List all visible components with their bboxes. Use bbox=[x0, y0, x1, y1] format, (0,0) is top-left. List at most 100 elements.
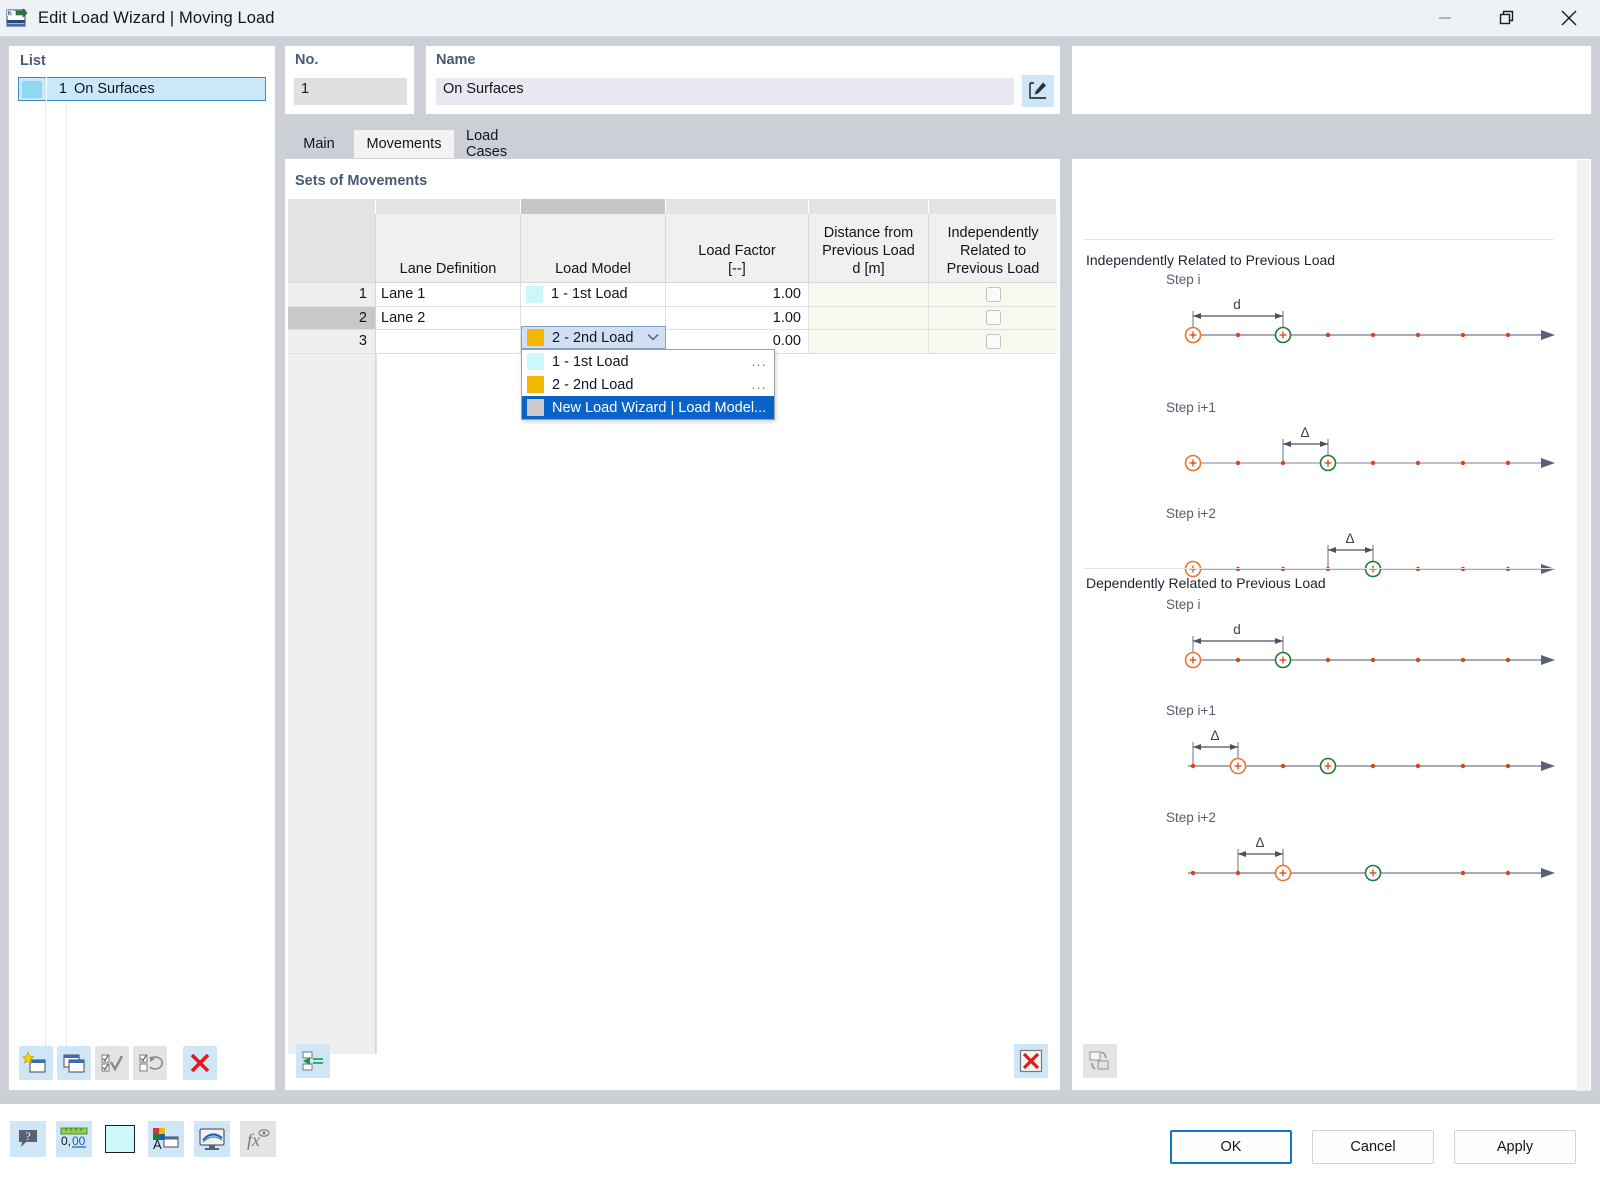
name-label: Name bbox=[436, 52, 476, 68]
independently-checkbox[interactable] bbox=[985, 310, 1001, 326]
svg-text:0,: 0, bbox=[61, 1134, 71, 1148]
topbar-cell-lane bbox=[376, 199, 521, 214]
list-column-sep-2 bbox=[66, 102, 67, 1076]
independently-checkbox[interactable] bbox=[985, 333, 1001, 349]
fx-eye-icon[interactable]: fx bbox=[240, 1121, 276, 1157]
cell-independently[interactable] bbox=[929, 330, 1057, 354]
render-screen-icon[interactable] bbox=[194, 1121, 230, 1157]
color-swatch-button[interactable] bbox=[102, 1121, 138, 1157]
diagram-section-title-dependent: Dependently Related to Previous Load bbox=[1086, 575, 1326, 591]
color-text-icon[interactable]: A bbox=[148, 1121, 184, 1157]
svg-text:6: 6 bbox=[8, 10, 12, 17]
diagram-content: Independently Related to Previous Load S… bbox=[1078, 159, 1573, 1090]
row-index: 1 bbox=[288, 283, 376, 307]
load-wizard-icon: 6 bbox=[6, 7, 28, 29]
movements-tab-page: Sets of Movements Lane Definition Load M… bbox=[284, 158, 1061, 1091]
diagram-section-title-independent: Independently Related to Previous Load bbox=[1086, 252, 1336, 268]
cell-load-factor[interactable]: 1.00 bbox=[666, 283, 809, 307]
option-color-swatch bbox=[527, 353, 544, 370]
step-diagram-dependent-i: d bbox=[1184, 622, 1555, 669]
header-load-factor-line2: [--] bbox=[728, 261, 746, 277]
svg-text:A: A bbox=[153, 1137, 162, 1152]
header-independently[interactable]: Independently Related to Previous Load bbox=[929, 214, 1057, 283]
tab-strip: Main Movements Load Cases bbox=[284, 128, 1592, 160]
diagram-scrollbar[interactable] bbox=[1577, 160, 1590, 1091]
dropdown-option[interactable]: 2 - 2nd Load ... bbox=[522, 373, 774, 396]
dimension-label: d bbox=[1233, 297, 1241, 312]
name-panel: Name On Surfaces bbox=[425, 45, 1061, 115]
close-button[interactable] bbox=[1538, 0, 1600, 36]
cell-independently[interactable] bbox=[929, 306, 1057, 330]
cell-distance[interactable] bbox=[809, 306, 929, 330]
topbar-cell-load-model bbox=[521, 199, 666, 214]
cell-load-factor[interactable]: 1.00 bbox=[666, 306, 809, 330]
load-model-combobox[interactable]: 2 - 2nd Load bbox=[521, 326, 666, 349]
cell-load-model[interactable]: 1 - 1st Load bbox=[521, 283, 666, 307]
ok-button[interactable]: OK bbox=[1170, 1130, 1292, 1164]
new-item-button[interactable] bbox=[19, 1046, 53, 1080]
delete-table-red-x-icon[interactable] bbox=[1014, 1044, 1048, 1078]
list-toolbar bbox=[19, 1046, 221, 1080]
load-model-combobox-value: 2 - 2nd Load bbox=[552, 329, 634, 346]
cell-lane-definition[interactable] bbox=[376, 330, 521, 354]
chevron-down-icon[interactable] bbox=[646, 330, 660, 346]
diagram-panel: Independently Related to Previous Load S… bbox=[1071, 158, 1592, 1091]
option-color-swatch bbox=[527, 376, 544, 393]
step-label: Step i bbox=[1166, 597, 1201, 612]
invert-selection-button[interactable] bbox=[133, 1046, 167, 1080]
header-lane-definition-text: Lane Definition bbox=[399, 261, 497, 277]
cancel-button[interactable]: Cancel bbox=[1312, 1130, 1434, 1164]
dimension-label: Δ bbox=[1255, 835, 1264, 850]
delete-item-button[interactable] bbox=[183, 1046, 217, 1080]
step-diagram-independent-i1: Δ bbox=[1184, 425, 1555, 472]
minimize-button[interactable] bbox=[1414, 0, 1476, 36]
dropdown-option-new-load-wizard[interactable]: New Load Wizard | Load Model... bbox=[522, 396, 774, 419]
restore-button[interactable] bbox=[1476, 0, 1538, 36]
list-column-sep-1 bbox=[45, 102, 46, 1076]
step-diagram-independent-i2: Δ bbox=[1184, 531, 1555, 578]
dropdown-option-ellipsis[interactable]: ... bbox=[752, 377, 767, 392]
dropdown-option-ellipsis[interactable]: ... bbox=[752, 354, 767, 369]
step-label: Step i+1 bbox=[1166, 400, 1216, 415]
table-header-row: Lane Definition Load Model Load Factor [… bbox=[288, 214, 1058, 283]
cell-lane-definition[interactable]: Lane 2 bbox=[376, 306, 521, 330]
tab-movements[interactable]: Movements bbox=[354, 130, 454, 158]
question-bubble-icon[interactable]: ? bbox=[10, 1121, 46, 1157]
header-independently-line1: Independently bbox=[947, 225, 1039, 241]
list-item[interactable]: 1 On Surfaces bbox=[18, 77, 266, 101]
header-index bbox=[288, 214, 376, 283]
tab-load-cases[interactable]: Load Cases bbox=[454, 128, 550, 160]
empty-row-body bbox=[376, 353, 1058, 1054]
pencil-edit-icon[interactable] bbox=[1022, 75, 1054, 107]
table-top-bar bbox=[288, 199, 1058, 214]
header-load-model-text: Load Model bbox=[555, 261, 631, 277]
header-distance-line1: Distance from bbox=[823, 225, 914, 241]
independently-checkbox[interactable] bbox=[985, 286, 1001, 302]
name-input[interactable]: On Surfaces bbox=[436, 78, 1014, 105]
dropdown-option-label: New Load Wizard | Load Model... bbox=[552, 399, 767, 416]
number-input[interactable]: 1 bbox=[294, 78, 407, 105]
import-row-icon[interactable] bbox=[296, 1044, 330, 1078]
table-row[interactable]: 1 Lane 1 1 - 1st Load 1.00 bbox=[288, 283, 1058, 307]
dropdown-option[interactable]: 1 - 1st Load ... bbox=[522, 350, 774, 373]
tab-main[interactable]: Main bbox=[284, 130, 354, 158]
header-lane-definition[interactable]: Lane Definition bbox=[376, 214, 521, 283]
svg-text:00: 00 bbox=[72, 1134, 86, 1148]
select-all-button[interactable] bbox=[95, 1046, 129, 1080]
cell-distance[interactable] bbox=[809, 330, 929, 354]
refresh-diagram-icon[interactable] bbox=[1083, 1044, 1117, 1078]
header-load-model[interactable]: Load Model bbox=[521, 214, 666, 283]
header-load-factor[interactable]: Load Factor [--] bbox=[666, 214, 809, 283]
copy-item-button[interactable] bbox=[57, 1046, 91, 1080]
table-row[interactable]: 2 Lane 2 1.00 bbox=[288, 306, 1058, 330]
load-model-dropdown-list[interactable]: 1 - 1st Load ... 2 - 2nd Load ... New Lo… bbox=[521, 349, 775, 420]
apply-button[interactable]: Apply bbox=[1454, 1130, 1576, 1164]
cell-lane-definition[interactable]: Lane 1 bbox=[376, 283, 521, 307]
cell-load-model-text: 1 - 1st Load bbox=[551, 286, 628, 303]
decimal-places-icon[interactable]: 0, 00 bbox=[56, 1121, 92, 1157]
cell-independently[interactable] bbox=[929, 283, 1057, 307]
option-color-swatch bbox=[527, 399, 544, 416]
step-label: Step i+2 bbox=[1166, 810, 1216, 825]
cell-distance[interactable] bbox=[809, 283, 929, 307]
header-distance[interactable]: Distance from Previous Load d [m] bbox=[809, 214, 929, 283]
